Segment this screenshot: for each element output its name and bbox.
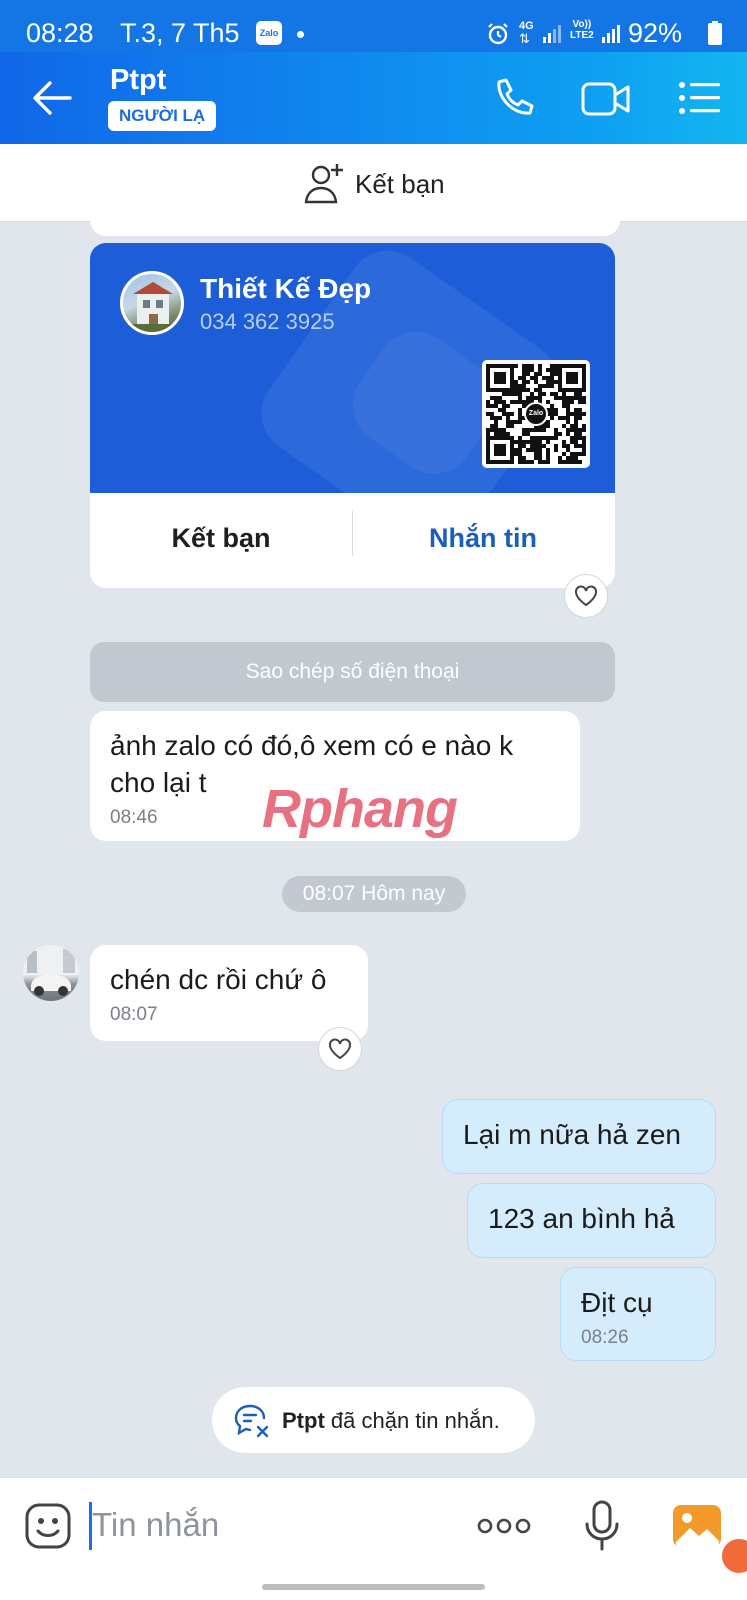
blocked-notice: Ptpt đã chặn tin nhắn. [212,1387,535,1453]
microphone-icon[interactable] [584,1500,620,1552]
reaction-heart-button[interactable] [564,574,608,618]
battery-icon [708,21,722,45]
card-divider [352,511,353,556]
volte-label: Vo)) LTE2 [570,19,594,41]
message-time: 08:07 [110,1004,158,1025]
image-gallery-icon[interactable] [672,1504,722,1548]
signal-icon-2 [602,25,620,43]
qr-zalo-logo: Zalo [524,402,548,426]
message-text: 123 an bình hả [488,1203,675,1234]
heart-icon [575,585,597,607]
phone-icon[interactable] [490,76,534,120]
date-separator: 08:07 Hôm nay [282,876,466,912]
card-message-button[interactable]: Nhắn tin [352,523,614,554]
stranger-badge: NGƯỜI LẠ [108,101,217,131]
alarm-icon [488,23,508,45]
previous-bubble-edge [90,206,620,236]
message-input-bar: Tin nhắn [0,1477,747,1600]
reaction-heart-button[interactable] [318,1027,362,1071]
message-text: chén dc rồi chứ ô [110,964,327,995]
outgoing-message[interactable]: Lại m nữa hả zen [442,1099,716,1174]
status-time: 08:28 [26,18,94,48]
blocked-text: Ptpt đã chặn tin nhắn. [282,1408,500,1433]
signal-icon [543,25,561,43]
battery-percent: 92% [628,18,683,48]
message-text: Lại m nữa hả zen [463,1119,681,1150]
emoji-icon[interactable] [24,1502,72,1550]
notification-dot-icon [297,31,304,38]
contact-name[interactable]: Ptpt [110,64,166,97]
message-text: Địt cụ [581,1287,653,1318]
message-blocked-icon [234,1404,269,1438]
floating-bubble-icon[interactable] [719,1536,747,1576]
card-phone-number: 034 362 3925 [200,309,335,334]
outgoing-message[interactable]: Địt cụ 08:26 [560,1267,716,1361]
menu-list-icon[interactable] [678,80,722,116]
watermark-logo: Rphang [262,779,458,839]
copy-phone-button[interactable]: Sao chép số điện thoại [90,642,615,702]
home-indicator [262,1584,485,1590]
chat-header: Ptpt NGƯỜI LẠ [0,52,747,144]
add-friend-label: Kết bạn [355,169,445,199]
qr-code[interactable]: Zalo [482,360,590,468]
add-friend-icon [304,164,343,204]
sender-avatar[interactable] [23,945,79,1001]
message-time: 08:26 [581,1327,629,1348]
more-dots-icon[interactable] [477,1516,531,1536]
data-arrows-icon: ⇅ [519,31,530,46]
card-add-friend-button[interactable]: Kết bạn [90,523,352,554]
back-arrow-icon[interactable] [30,78,74,118]
contact-card-banner: Thiết Kế Đẹp 034 362 3925 Zalo [90,243,615,493]
zalo-notification-icon: Zalo [256,21,282,45]
heart-icon [329,1038,351,1060]
contact-card: Thiết Kế Đẹp 034 362 3925 Zalo Kết bạn N… [90,243,615,588]
card-contact-name: Thiết Kế Đẹp [200,273,372,304]
message-input[interactable]: Tin nhắn [92,1506,219,1544]
card-avatar[interactable] [120,271,184,335]
incoming-message[interactable]: chén dc rồi chứ ô 08:07 [90,945,368,1041]
video-call-icon[interactable] [580,79,632,119]
outgoing-message[interactable]: 123 an bình hả [467,1183,716,1258]
status-date: T.3, 7 Th5 [120,18,240,48]
